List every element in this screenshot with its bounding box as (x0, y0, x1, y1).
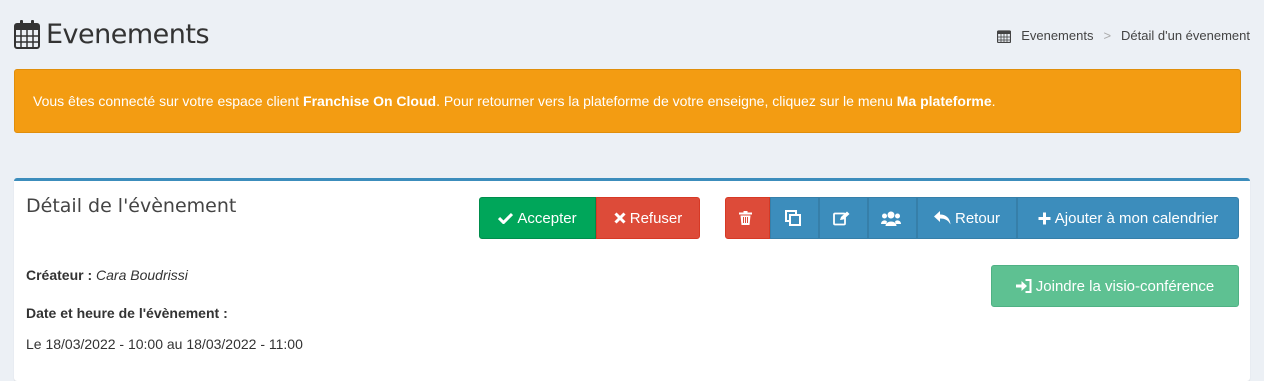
event-detail-box: Détail de l'évènement Accepter Refuser R… (14, 178, 1250, 381)
duplicate-button[interactable] (770, 197, 819, 239)
reply-icon (933, 211, 951, 225)
breadcrumb-separator: > (1103, 28, 1112, 43)
copy-icon (784, 210, 801, 226)
accept-refuse-group: Accepter Refuser (479, 197, 700, 239)
alert-menu-name: Ma plateforme (896, 93, 992, 109)
participants-button[interactable] (868, 197, 917, 239)
plus-icon (1038, 212, 1051, 224)
box-title: Détail de l'évènement (26, 195, 237, 217)
add-to-calendar-button[interactable]: Ajouter à mon calendrier (1017, 197, 1239, 239)
check-icon (498, 212, 514, 224)
event-actions-group: Retour Ajouter à mon calendrier (725, 197, 1239, 239)
accept-button[interactable]: Accepter (479, 197, 596, 239)
page-header: Evenements (14, 14, 210, 54)
times-icon (614, 212, 626, 224)
delete-button[interactable] (725, 197, 770, 239)
return-button[interactable]: Retour (917, 197, 1017, 239)
trash-icon (739, 211, 752, 225)
calendar-icon (14, 20, 40, 49)
datetime-value: Le 18/03/2022 - 10:00 au 18/03/2022 - 11… (26, 336, 303, 352)
edit-icon (833, 211, 850, 225)
breadcrumb: Evenements > Détail d'un évenement (997, 28, 1250, 43)
alert-text: Vous êtes connecté sur votre espace clie… (33, 93, 996, 109)
sign-in-icon (1015, 279, 1032, 293)
join-visio-button[interactable]: Joindre la visio-conférence (991, 265, 1239, 307)
creator-value: Cara Boudrissi (96, 267, 188, 283)
creator-label: Créateur : (26, 267, 93, 283)
breadcrumb-item-current: Détail d'un évenement (1121, 28, 1250, 43)
datetime-label: Date et heure de l'évènement : (26, 305, 228, 321)
page-title: Evenements (46, 18, 210, 50)
alert-client-name: Franchise On Cloud (303, 93, 437, 109)
edit-button[interactable] (819, 197, 868, 239)
breadcrumb-item-evenements[interactable]: Evenements (1021, 28, 1093, 43)
refuse-button[interactable]: Refuser (596, 197, 700, 239)
users-icon (880, 211, 901, 226)
info-alert: Vous êtes connecté sur votre espace clie… (14, 69, 1241, 133)
creator-line: Créateur : Cara Boudrissi (26, 267, 188, 283)
calendar-icon (997, 29, 1012, 43)
